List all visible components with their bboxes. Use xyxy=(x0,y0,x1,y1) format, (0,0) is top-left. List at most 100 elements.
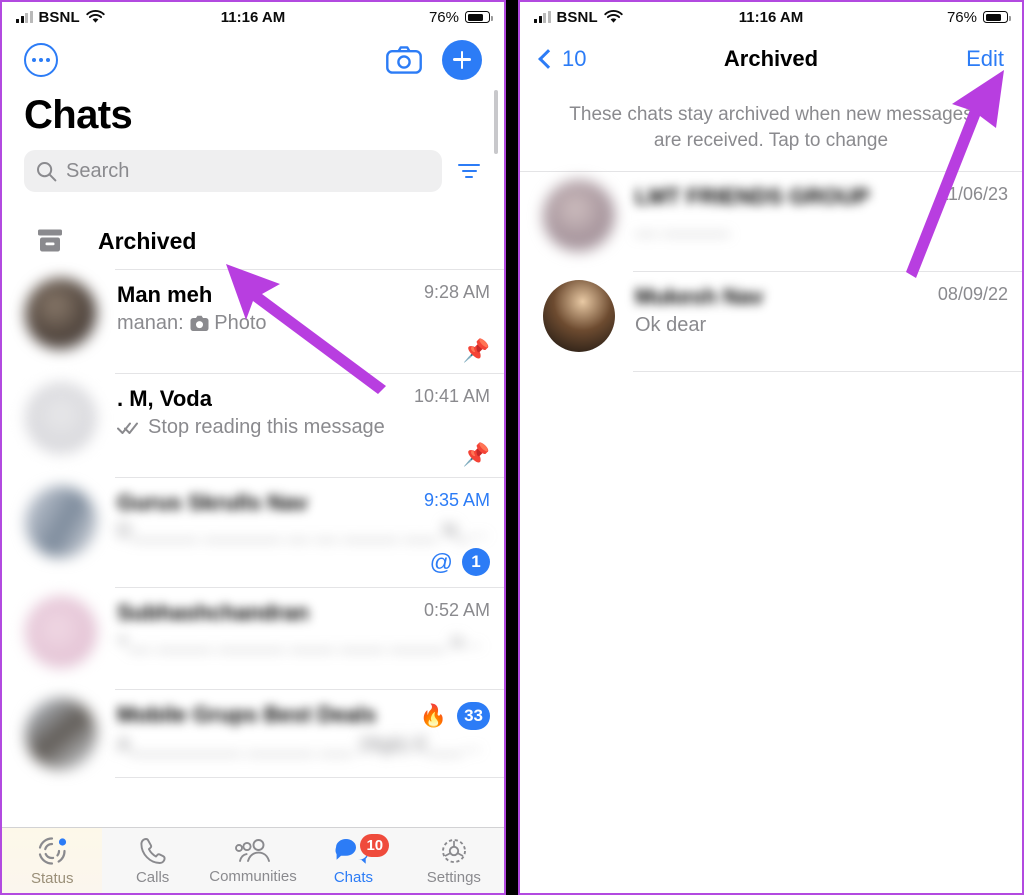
carrier-label: BSNL xyxy=(38,8,80,26)
avatar xyxy=(25,486,97,558)
chat-preview: Stop reading this message xyxy=(148,416,385,438)
avatar xyxy=(25,278,97,350)
chat-preview: __ ______ xyxy=(635,214,730,237)
chat-name: Man meh xyxy=(117,282,213,307)
tab-status[interactable]: Status xyxy=(2,828,103,893)
chat-name: Subhashchandran xyxy=(117,600,309,625)
status-bar-left: BSNL xyxy=(16,9,105,26)
chat-row-body: Mukesh Nav 08/09/22 Ok dear xyxy=(615,272,1022,372)
communities-people-icon xyxy=(235,838,270,862)
search-icon xyxy=(37,161,57,181)
battery-percent-label: 76% xyxy=(946,8,977,26)
phone-icon xyxy=(140,837,166,864)
avatar xyxy=(25,382,97,454)
chat-date: 08/09/22 xyxy=(937,284,1008,305)
chat-preview: Ok dear xyxy=(635,314,707,337)
unread-badge: 1 xyxy=(462,548,490,576)
chat-name: Mobile Grups Best Deals xyxy=(117,702,377,727)
archived-screen-panel: BSNL 11:16 AM 76% 10 Archived Edit These xyxy=(518,0,1024,895)
chat-preview: +__ _____ ______ ____ ____ _____ using t… xyxy=(117,630,490,652)
chat-preview: D______ _______ __ __ _____ ___ N_____ _… xyxy=(117,520,490,542)
at-mention-icon: @ xyxy=(429,548,453,575)
cellular-signal-icon xyxy=(534,11,551,23)
chat-list-item[interactable]: Subhashchandran 0:52 AM +__ _____ ______… xyxy=(2,588,504,690)
chat-timestamp: 0:52 AM xyxy=(423,600,490,620)
search-placeholder: Search xyxy=(66,159,130,182)
chat-timestamp: 9:28 AM xyxy=(423,282,490,302)
chevron-left-icon xyxy=(538,49,558,69)
gear-icon xyxy=(441,838,466,863)
avatar xyxy=(543,280,615,353)
tab-communities[interactable]: Communities xyxy=(203,828,303,893)
archived-nav-bar: 10 Archived Edit xyxy=(520,32,1022,86)
archived-note[interactable]: These chats stay archived when new messa… xyxy=(520,86,1022,173)
chat-row-body: Gurus Skrulls Nav 9:35 AM D______ ______… xyxy=(97,478,504,588)
avatar xyxy=(25,698,97,770)
chat-name: LMT FRIENDS GROUP xyxy=(635,184,870,210)
filter-icon[interactable] xyxy=(456,158,482,184)
chat-row-body: . M, Voda 10:41 AM Stop reading this mes… xyxy=(97,374,504,478)
status-bar: BSNL 11:16 AM 76% xyxy=(520,2,1022,32)
pin-icon: 📌 xyxy=(462,442,490,467)
chat-timestamp: 10:41 AM xyxy=(413,386,490,406)
archive-box-icon xyxy=(30,227,70,255)
tab-chats-label: Chats xyxy=(333,868,374,886)
archived-list-item[interactable]: LMT FRIENDS GROUP 11/06/23 __ ______ xyxy=(520,172,1022,273)
wifi-icon xyxy=(86,10,105,23)
read-receipt-double-check-icon xyxy=(117,422,138,434)
tab-chats-badge: 10 xyxy=(360,834,390,857)
chat-list-item[interactable]: Gurus Skrulls Nav 9:35 AM D______ ______… xyxy=(2,478,504,588)
archived-label: Archived xyxy=(98,227,197,254)
search-input[interactable]: Search xyxy=(24,150,442,192)
new-chat-button[interactable] xyxy=(442,39,482,80)
more-options-icon[interactable] xyxy=(24,42,58,77)
chat-name: Mukesh Nav xyxy=(635,284,764,310)
wifi-icon xyxy=(604,10,623,23)
chat-row-body: LMT FRIENDS GROUP 11/06/23 __ ______ xyxy=(615,172,1022,272)
status-rings-icon xyxy=(38,836,67,865)
chat-list-item[interactable]: Man meh 9:28 AM manan: Photo 📌 xyxy=(2,270,504,374)
status-bar-left: BSNL xyxy=(534,9,623,26)
nav-title: Archived xyxy=(723,46,819,71)
fire-emoji: 🔥 xyxy=(419,703,448,728)
chat-list-item[interactable]: Mobile Grups Best Deals 🔥 33 A__________… xyxy=(2,690,504,778)
avatar xyxy=(25,596,97,668)
battery-icon xyxy=(465,11,493,23)
photo-camera-icon xyxy=(190,315,209,331)
tab-settings[interactable]: Settings xyxy=(404,828,504,893)
tab-calls[interactable]: Calls xyxy=(102,828,202,893)
bottom-tab-bar: Status Calls Communities Chats 10 Settin… xyxy=(2,827,504,893)
scroll-indicator[interactable] xyxy=(494,90,498,154)
battery-icon xyxy=(983,11,1011,23)
avatar xyxy=(543,180,615,253)
chat-row-body: Man meh 9:28 AM manan: Photo 📌 xyxy=(97,270,504,374)
cellular-signal-icon xyxy=(16,11,33,23)
chat-preview: Photo xyxy=(214,312,267,334)
search-row: Search xyxy=(2,150,504,192)
chats-screen-panel: BSNL 11:16 AM 76% Chats Search Archived … xyxy=(0,0,506,895)
status-bar-right: 76% xyxy=(429,9,493,26)
back-button[interactable]: 10 xyxy=(538,46,586,72)
chat-name: Gurus Skrulls Nav xyxy=(117,490,308,515)
camera-icon[interactable] xyxy=(384,43,424,77)
chat-list-item[interactable]: . M, Voda 10:41 AM Stop reading this mes… xyxy=(2,374,504,478)
archived-list-item[interactable]: Mukesh Nav 08/09/22 Ok dear xyxy=(520,272,1022,373)
carrier-label: BSNL xyxy=(556,8,598,26)
chat-row-body: Mobile Grups Best Deals 🔥 33 A__________… xyxy=(97,690,504,778)
edit-button[interactable]: Edit xyxy=(966,46,1004,72)
status-bar: BSNL 11:16 AM 76% xyxy=(2,2,504,32)
status-bar-right: 76% xyxy=(946,8,1011,26)
chat-timestamp: 9:35 AM xyxy=(423,490,490,510)
tab-chats[interactable]: Chats 10 xyxy=(303,828,403,893)
tab-communities-label: Communities xyxy=(209,867,297,885)
screenshot-stage: BSNL 11:16 AM 76% Chats Search Archived … xyxy=(0,0,1024,895)
page-title: Chats xyxy=(24,93,133,137)
back-button-label: 10 xyxy=(562,46,587,71)
tab-settings-label: Settings xyxy=(426,868,481,886)
chats-top-nav xyxy=(2,32,504,87)
chat-preview-sender: manan: xyxy=(117,312,184,334)
chat-row-body: Subhashchandran 0:52 AM +__ _____ ______… xyxy=(97,588,504,690)
chat-date: 11/06/23 xyxy=(939,184,1008,205)
tab-status-label: Status xyxy=(30,869,74,887)
archived-row[interactable]: Archived xyxy=(2,212,504,270)
